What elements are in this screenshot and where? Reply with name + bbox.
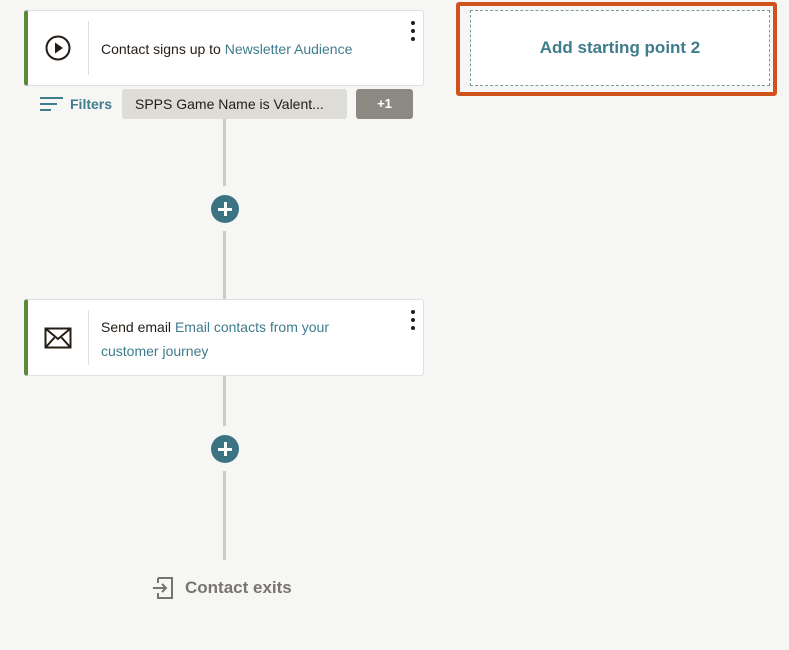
add-starting-point-2-label: Add starting point 2 [539,38,701,57]
card-divider [88,21,89,75]
add-step-button[interactable] [211,435,239,463]
contact-exits-label: Contact exits [185,578,292,597]
email-icon-cell [28,300,88,375]
email-prefix: Send email [101,319,172,335]
exit-icon [153,577,173,599]
contact-exits: Contact exits [151,575,292,601]
trigger-icon-cell [28,11,88,85]
play-circle-icon [45,35,71,61]
email-more-menu-icon[interactable] [408,310,418,330]
trigger-card[interactable]: Contact signs up to Newsletter Audience [24,10,424,86]
add-starting-point-2-button[interactable]: Add starting point 2 [470,10,770,86]
envelope-icon [44,327,72,348]
connector-line [223,376,226,426]
connector-line [223,471,226,560]
send-email-card[interactable]: Send email Email contacts from your cust… [24,299,424,376]
filter-chip[interactable]: SPPS Game Name is Valent... [122,89,347,119]
connector-line [223,231,226,300]
filter-lines-icon [40,97,63,111]
audience-link[interactable]: Newsletter Audience [225,41,353,57]
email-text: Send email Email contacts from your cust… [101,315,383,363]
add-step-button[interactable] [211,195,239,223]
filters-row: Filters [40,89,112,119]
card-divider [88,310,89,365]
connector-line [223,119,226,186]
filters-label: Filters [70,96,113,112]
trigger-more-menu-icon[interactable] [408,21,418,41]
trigger-text: Contact signs up to Newsletter Audience [101,37,383,61]
filters-button[interactable]: Filters [40,96,112,112]
more-filters-chip[interactable]: +1 [356,89,413,119]
trigger-prefix: Contact signs up to [101,41,221,57]
